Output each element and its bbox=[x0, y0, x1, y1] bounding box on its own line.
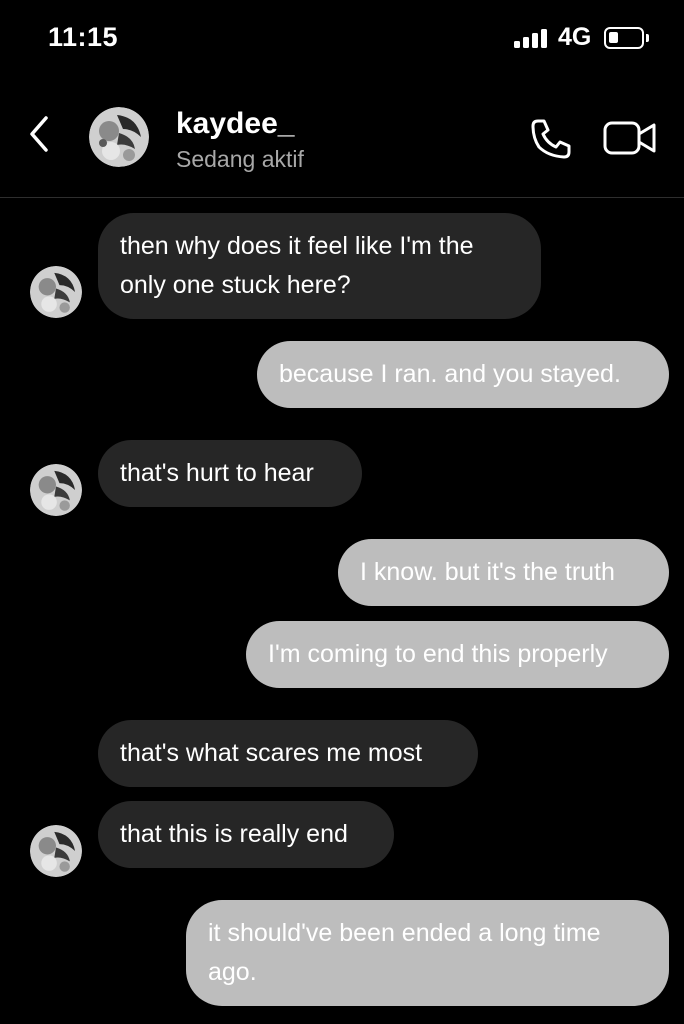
sender-avatar[interactable] bbox=[30, 464, 82, 516]
message-bubble-outgoing[interactable]: it should've been ended a long time ago. bbox=[186, 900, 669, 1006]
message-bubble-outgoing[interactable]: I know. but it's the truth bbox=[338, 539, 669, 606]
contact-active-status: Sedang aktif bbox=[176, 146, 304, 172]
sender-avatar[interactable] bbox=[30, 825, 82, 877]
message-bubble-incoming[interactable]: that this is really end bbox=[98, 801, 394, 868]
message-bubble-outgoing[interactable]: I'm coming to end this properly bbox=[246, 621, 669, 688]
video-call-button[interactable] bbox=[602, 118, 658, 158]
back-button[interactable] bbox=[22, 114, 58, 154]
message-text: because I ran. and you stayed. bbox=[279, 360, 621, 388]
message-text: I know. but it's the truth bbox=[360, 558, 615, 586]
voice-call-button[interactable] bbox=[528, 116, 574, 162]
battery-icon bbox=[604, 27, 649, 49]
message-text: that's hurt to hear bbox=[120, 459, 314, 487]
network-type: 4G bbox=[558, 23, 592, 51]
contact-avatar[interactable] bbox=[89, 107, 149, 167]
message-text: I'm coming to end this properly bbox=[268, 640, 608, 668]
message-bubble-incoming[interactable]: that's what scares me most bbox=[98, 720, 478, 787]
status-time: 11:15 bbox=[48, 22, 119, 52]
chat-header: kaydee_ Sedang aktif bbox=[0, 80, 684, 198]
sender-avatar[interactable] bbox=[30, 266, 82, 318]
status-bar: 11:15 4G bbox=[0, 0, 684, 80]
message-text: only one stuck here? bbox=[120, 271, 351, 299]
message-thread[interactable]: then why does it feel like I'm the only … bbox=[0, 198, 684, 1024]
message-text: it should've been ended a long time bbox=[208, 919, 601, 947]
battery-level bbox=[609, 32, 618, 43]
message-text: ago. bbox=[208, 958, 257, 986]
chevron-left-icon bbox=[30, 116, 48, 152]
message-bubble-incoming[interactable]: then why does it feel like I'm the only … bbox=[98, 213, 541, 319]
video-camera-icon bbox=[603, 121, 656, 155]
cellular-signal-icon bbox=[514, 28, 550, 48]
message-bubble-incoming[interactable]: that's hurt to hear bbox=[98, 440, 362, 507]
message-text: that this is really end bbox=[120, 820, 348, 848]
message-text: then why does it feel like I'm the bbox=[120, 232, 474, 260]
contact-name[interactable]: kaydee_ bbox=[176, 107, 294, 141]
message-text: that's what scares me most bbox=[120, 739, 423, 767]
phone-icon bbox=[531, 119, 571, 159]
message-bubble-outgoing[interactable]: because I ran. and you stayed. bbox=[257, 341, 669, 408]
